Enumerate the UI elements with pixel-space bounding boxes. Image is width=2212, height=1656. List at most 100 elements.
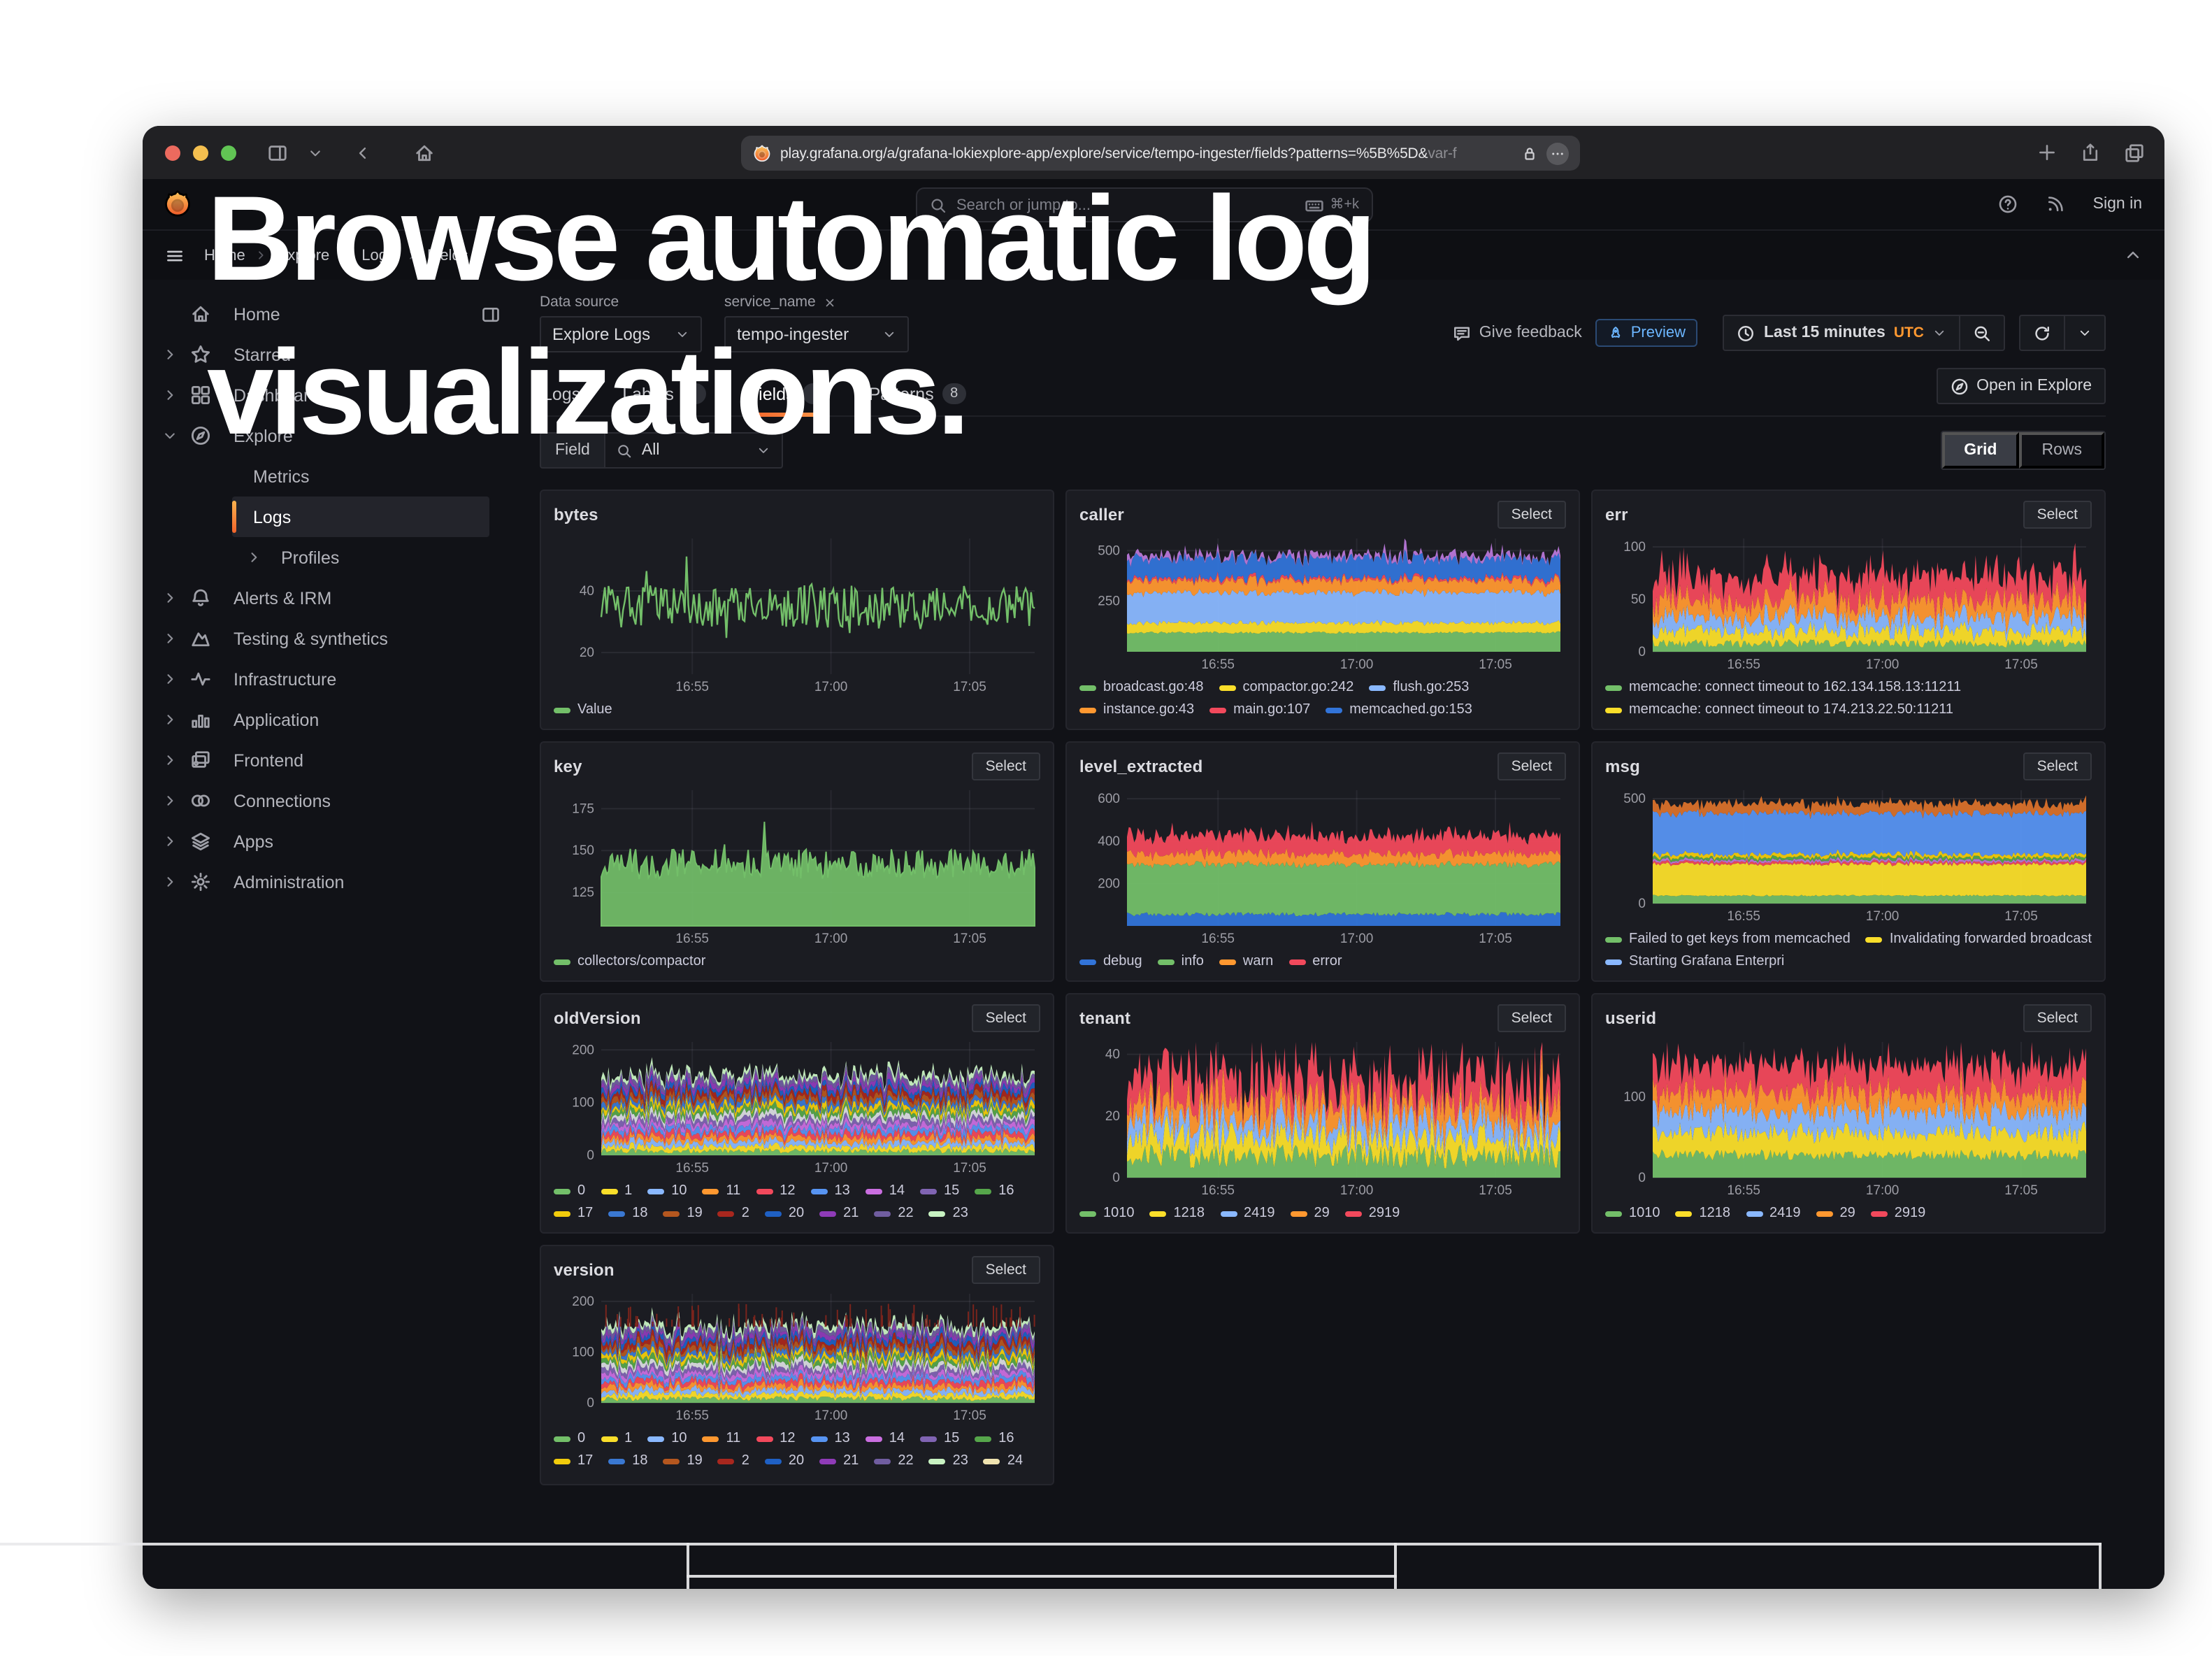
legend-item[interactable]: 10 <box>647 1182 687 1200</box>
zoom-window-button[interactable] <box>221 145 236 160</box>
close-window-button[interactable] <box>165 145 180 160</box>
legend-item[interactable]: 12 <box>756 1429 795 1448</box>
sidebar-item-logs[interactable]: Logs <box>232 497 489 537</box>
sidebar-item-application[interactable]: Application <box>143 699 520 740</box>
chart-err[interactable]: 05010016:5517:0017:05 <box>1605 530 2092 673</box>
legend-item[interactable]: 15 <box>920 1429 959 1448</box>
legend-item[interactable]: 24 <box>984 1452 1023 1470</box>
chevron-right-icon[interactable] <box>162 793 190 808</box>
legend-item[interactable]: main.go:107 <box>1209 701 1310 719</box>
legend-item[interactable]: Failed to get keys from memcached <box>1605 930 1851 948</box>
select-button[interactable]: Select <box>2023 1004 2092 1032</box>
chevron-right-icon[interactable] <box>162 834 190 849</box>
sidebar-item-apps[interactable]: Apps <box>143 821 520 862</box>
legend-item[interactable]: 1 <box>601 1429 632 1448</box>
tab-overview-icon[interactable] <box>2124 142 2145 163</box>
legend-item[interactable]: 16 <box>975 1429 1014 1448</box>
legend-item[interactable]: 2 <box>718 1204 749 1222</box>
browser-home-icon[interactable] <box>414 142 435 163</box>
legend-item[interactable]: 1010 <box>1605 1204 1660 1222</box>
legend-item[interactable]: 14 <box>866 1182 905 1200</box>
collapse-section-icon[interactable] <box>2124 246 2142 264</box>
legend-item[interactable]: 0 <box>554 1429 585 1448</box>
select-button[interactable]: Select <box>2023 501 2092 529</box>
sidebar-item-profiles[interactable]: Profiles <box>232 537 520 578</box>
legend-item[interactable]: 19 <box>663 1204 703 1222</box>
grafana-logo[interactable] <box>162 189 193 220</box>
share-icon[interactable] <box>2081 143 2100 162</box>
legend-item[interactable]: 1218 <box>1150 1204 1205 1222</box>
legend-item[interactable]: 21 <box>819 1452 859 1470</box>
sidebar-item-testing-synthetics[interactable]: Testing & synthetics <box>143 618 520 659</box>
legend-item[interactable]: broadcast.go:48 <box>1079 678 1203 697</box>
chevron-right-icon[interactable] <box>246 550 274 565</box>
legend-item[interactable]: 29 <box>1816 1204 1855 1222</box>
legend-item[interactable]: Invalidating forwarded broadcast <box>1866 930 2092 948</box>
legend-item[interactable]: 22 <box>874 1452 913 1470</box>
help-icon[interactable] <box>1998 194 2018 214</box>
chart-version[interactable]: 010020016:5517:0017:05 <box>554 1285 1040 1424</box>
time-range-picker[interactable]: Last 15 minutes UTC <box>1723 315 1959 351</box>
chart-tenant[interactable]: 0204016:5517:0017:05 <box>1079 1034 1566 1199</box>
zoom-out-time-button[interactable] <box>1959 315 2005 351</box>
chevron-right-icon[interactable] <box>162 347 190 362</box>
legend-item[interactable]: 29 <box>1291 1204 1330 1222</box>
sidebar-item-alerts-irm[interactable]: Alerts & IRM <box>143 578 520 618</box>
legend-item[interactable]: 15 <box>920 1182 959 1200</box>
back-icon[interactable] <box>354 143 372 162</box>
legend-item[interactable]: memcache: connect timeout to 162.134.158… <box>1605 678 1961 697</box>
sidebar-item-connections[interactable]: Connections <box>143 780 520 821</box>
minimize-window-button[interactable] <box>193 145 208 160</box>
give-feedback-link[interactable]: Give feedback <box>1453 324 1582 342</box>
legend-item[interactable]: 20 <box>765 1452 804 1470</box>
refresh-button[interactable] <box>2019 315 2064 351</box>
legend-item[interactable]: 23 <box>929 1452 968 1470</box>
chevron-right-icon[interactable] <box>162 712 190 727</box>
legend-item[interactable]: flush.go:253 <box>1369 678 1469 697</box>
legend-item[interactable]: 13 <box>811 1429 850 1448</box>
legend-item[interactable]: 16 <box>975 1182 1014 1200</box>
legend-item[interactable]: debug <box>1079 952 1142 971</box>
legend-item[interactable]: 20 <box>765 1204 804 1222</box>
legend-item[interactable]: warn <box>1219 952 1273 971</box>
legend-item[interactable]: 2919 <box>1871 1204 1926 1222</box>
legend-item[interactable]: Value <box>554 701 612 719</box>
legend-item[interactable]: 1 <box>601 1182 632 1200</box>
legend-item[interactable]: 11 <box>703 1182 741 1200</box>
chart-key[interactable]: 12515017516:5517:0017:05 <box>554 782 1040 947</box>
legend-item[interactable]: memcache: connect timeout to 174.213.22.… <box>1605 701 1953 719</box>
legend-item[interactable]: instance.go:43 <box>1079 701 1194 719</box>
open-in-explore-button[interactable]: Open in Explore <box>1936 368 2106 404</box>
chevron-down-icon[interactable] <box>162 428 190 443</box>
legend-item[interactable]: 1218 <box>1676 1204 1731 1222</box>
browser-sidebar-icon[interactable] <box>267 142 288 163</box>
sign-in-link[interactable]: Sign in <box>2093 196 2142 213</box>
legend-item[interactable]: 13 <box>811 1182 850 1200</box>
chevron-right-icon[interactable] <box>162 631 190 646</box>
legend-item[interactable]: 12 <box>756 1182 795 1200</box>
view-toggle-rows[interactable]: Rows <box>2019 432 2104 469</box>
select-button[interactable]: Select <box>2023 752 2092 780</box>
legend-item[interactable]: info <box>1158 952 1204 971</box>
legend-item[interactable]: 23 <box>929 1204 968 1222</box>
url-more-button[interactable] <box>1546 142 1569 164</box>
legend-item[interactable]: 18 <box>608 1204 647 1222</box>
refresh-interval-button[interactable] <box>2064 315 2106 351</box>
chart-msg[interactable]: 050016:5517:0017:05 <box>1605 782 2092 925</box>
chart-oldVersion[interactable]: 010020016:5517:0017:05 <box>554 1034 1040 1176</box>
chevron-right-icon[interactable] <box>162 671 190 687</box>
chevron-down-icon[interactable] <box>308 145 323 160</box>
legend-item[interactable]: 1010 <box>1079 1204 1135 1222</box>
select-button[interactable]: Select <box>972 1256 1040 1284</box>
select-button[interactable]: Select <box>972 752 1040 780</box>
legend-item[interactable]: Starting Grafana Enterpri <box>1605 952 1784 971</box>
legend-item[interactable]: 19 <box>663 1452 703 1470</box>
chart-userid[interactable]: 010016:5517:0017:05 <box>1605 1034 2092 1199</box>
select-button[interactable]: Select <box>1498 1004 1566 1032</box>
legend-item[interactable]: 2919 <box>1345 1204 1400 1222</box>
chart-bytes[interactable]: 204016:5517:0017:05 <box>554 530 1040 695</box>
legend-item[interactable]: error <box>1288 952 1342 971</box>
select-button[interactable]: Select <box>1498 752 1566 780</box>
chevron-right-icon[interactable] <box>162 752 190 768</box>
sidebar-item-infrastructure[interactable]: Infrastructure <box>143 659 520 699</box>
